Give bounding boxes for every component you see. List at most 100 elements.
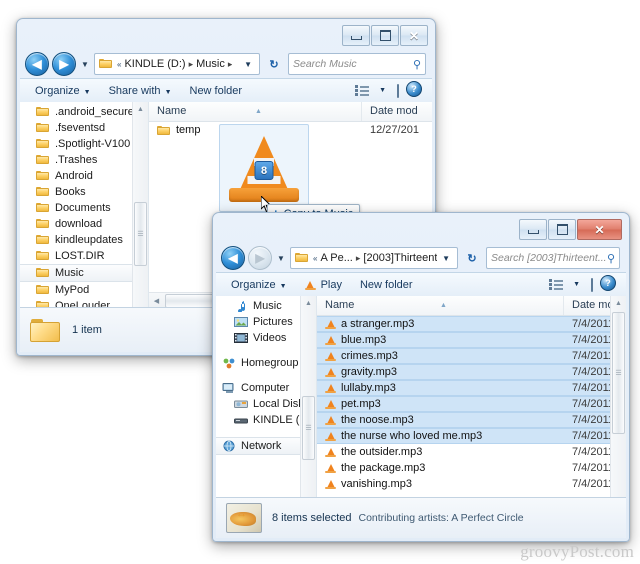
vlc-cone-icon <box>325 367 336 378</box>
organize-button[interactable]: Organize ▼ <box>222 275 296 295</box>
file-row[interactable]: the nurse who loved me.mp3 7/4/2011 <box>317 428 626 444</box>
tree-item-label: Music <box>55 267 84 279</box>
file-row[interactable]: blue.mp3 7/4/2011 <box>317 332 626 348</box>
close-button[interactable]: ✕ <box>400 25 428 46</box>
address-dropdown-icon[interactable]: ▼ <box>239 60 257 69</box>
column-header-name[interactable]: Name ▲ <box>317 296 564 315</box>
tree-item-documents[interactable]: Documents <box>20 200 148 216</box>
maximize-icon <box>379 30 391 41</box>
tree-item-mypod[interactable]: MyPod <box>20 282 148 298</box>
tree-item-kindleupdates[interactable]: kindleupdates <box>20 232 148 248</box>
breadcrumb-overflow[interactable]: « <box>313 254 317 263</box>
minimize-button[interactable] <box>519 219 547 240</box>
new-folder-button[interactable]: New folder <box>181 81 252 101</box>
minimize-button[interactable] <box>342 25 370 46</box>
tree-item-download[interactable]: download <box>20 216 148 232</box>
tree-item-spotlight-v100[interactable]: .Spotlight-V100 <box>20 136 148 152</box>
maximize-button[interactable] <box>548 219 576 240</box>
help-icon: ? <box>600 275 616 291</box>
scroll-up-arrow[interactable]: ▲ <box>133 102 148 117</box>
maximize-button[interactable] <box>371 25 399 46</box>
file-row[interactable]: vanishing.mp3 7/4/2011 <box>317 476 626 492</box>
recent-pages-icon[interactable]: ▼ <box>79 60 91 69</box>
scrollbar-thumb[interactable]: ☰ <box>612 312 625 434</box>
explorer-window-thirteenth-step[interactable]: ✕ ◀ ▶ ▼ « A Pe... ▸ [2003]Thirteenth ...… <box>212 212 630 542</box>
search-box[interactable]: Search [2003]Thirteent... ⚲ <box>486 247 620 269</box>
change-view-button[interactable]: ▼ <box>346 81 390 101</box>
tree-item-android-secure[interactable]: .android_secure <box>20 104 148 120</box>
back-button[interactable]: ◀ <box>25 52 49 76</box>
scroll-up-arrow[interactable]: ▲ <box>611 296 626 311</box>
folder-icon <box>36 234 50 246</box>
window2-titlebar[interactable]: ✕ <box>216 216 626 244</box>
tree-item-books[interactable]: Books <box>20 184 148 200</box>
pictures-icon <box>234 316 248 328</box>
tree-item-music[interactable]: Music <box>20 264 148 282</box>
chevron-right-icon[interactable]: ▸ <box>189 59 194 70</box>
tree-item-fseventsd[interactable]: .fseventsd <box>20 120 148 136</box>
back-button[interactable]: ◀ <box>221 246 245 270</box>
file-name: the noose.mp3 <box>341 414 414 426</box>
tree-item-label: Homegroup <box>241 357 299 369</box>
share-with-button[interactable]: Share with ▼ <box>100 81 181 101</box>
scrollbar-thumb[interactable]: ☰ <box>134 202 147 266</box>
tree-item-label: Music <box>253 300 282 312</box>
file-row[interactable]: the noose.mp3 7/4/2011 <box>317 412 626 428</box>
file-row[interactable]: lullaby.mp3 7/4/2011 <box>317 380 626 396</box>
search-box[interactable]: Search Music ⚲ <box>288 53 426 75</box>
recent-pages-icon[interactable]: ▼ <box>275 254 287 263</box>
breadcrumb-item-music[interactable]: Music <box>196 58 225 70</box>
file-name-cell: the noose.mp3 <box>317 414 572 426</box>
column-header-date[interactable]: Date mod <box>362 102 432 121</box>
breadcrumb-item-kindle[interactable]: KINDLE (D:) <box>124 58 185 70</box>
address-bar[interactable]: « A Pe... ▸ [2003]Thirteenth ... ▼ <box>290 247 458 269</box>
play-button[interactable]: Play <box>296 275 351 295</box>
tree-item-label: Documents <box>55 202 111 214</box>
tree-item-trashes[interactable]: .Trashes <box>20 152 148 168</box>
column-header-name[interactable]: Name ▲ <box>149 102 362 121</box>
forward-button[interactable]: ▶ <box>248 246 272 270</box>
refresh-button[interactable]: ↻ <box>461 248 483 268</box>
close-button[interactable]: ✕ <box>577 219 622 240</box>
change-view-button[interactable]: ▼ <box>540 275 584 295</box>
organize-button[interactable]: Organize ▼ <box>26 81 100 101</box>
help-button[interactable]: ? <box>406 81 426 101</box>
search-input[interactable]: Search Music <box>293 58 413 70</box>
window2-navigation-bar: ◀ ▶ ▼ « A Pe... ▸ [2003]Thirteenth ... ▼… <box>216 244 626 272</box>
breadcrumb-overflow[interactable]: « <box>117 60 121 69</box>
filelist-scrollbar[interactable]: ▲ ☰ ▼ <box>610 296 626 523</box>
file-row[interactable]: pet.mp3 7/4/2011 <box>317 396 626 412</box>
breadcrumb-item-artist[interactable]: A Pe... <box>320 252 352 264</box>
search-input[interactable]: Search [2003]Thirteent... <box>491 252 607 264</box>
scrollbar-thumb[interactable]: ☰ <box>302 396 315 460</box>
vlc-cone-icon <box>325 399 336 410</box>
address-dropdown-icon[interactable]: ▼ <box>437 254 455 263</box>
help-button[interactable]: ? <box>600 275 620 295</box>
file-row[interactable]: crimes.mp3 7/4/2011 <box>317 348 626 364</box>
file-name: the outsider.mp3 <box>341 446 423 458</box>
scroll-left-arrow[interactable]: ◀ <box>149 297 164 305</box>
chevron-down-icon: ▼ <box>573 281 580 288</box>
file-row[interactable]: the package.mp3 7/4/2011 <box>317 460 626 476</box>
tree-item-label: LOST.DIR <box>55 250 105 262</box>
refresh-button[interactable]: ↻ <box>263 54 285 74</box>
file-row[interactable]: a stranger.mp3 7/4/2011 <box>317 316 626 332</box>
file-row[interactable]: gravity.mp3 7/4/2011 <box>317 364 626 380</box>
forward-button[interactable]: ▶ <box>52 52 76 76</box>
folder-icon <box>36 267 50 279</box>
tree-item-lost-dir[interactable]: LOST.DIR <box>20 248 148 264</box>
scroll-up-arrow[interactable]: ▲ <box>301 296 316 311</box>
file-row[interactable]: the outsider.mp3 7/4/2011 <box>317 444 626 460</box>
preview-pane-button[interactable] <box>584 275 600 295</box>
preview-pane-button[interactable] <box>390 81 406 101</box>
new-folder-button[interactable]: New folder <box>351 275 422 295</box>
breadcrumb-item-album[interactable]: [2003]Thirteenth ... <box>363 252 437 264</box>
item-count-badge: 8 <box>254 161 274 180</box>
harddisk-icon <box>234 398 248 410</box>
window1-titlebar[interactable]: ✕ <box>20 22 432 50</box>
address-bar[interactable]: « KINDLE (D:) ▸ Music ▸ ▼ <box>94 53 260 75</box>
tree-item-android[interactable]: Android <box>20 168 148 184</box>
chevron-right-icon[interactable]: ▸ <box>228 59 233 70</box>
chevron-right-icon[interactable]: ▸ <box>356 253 361 264</box>
tree-item-label: download <box>55 218 103 230</box>
